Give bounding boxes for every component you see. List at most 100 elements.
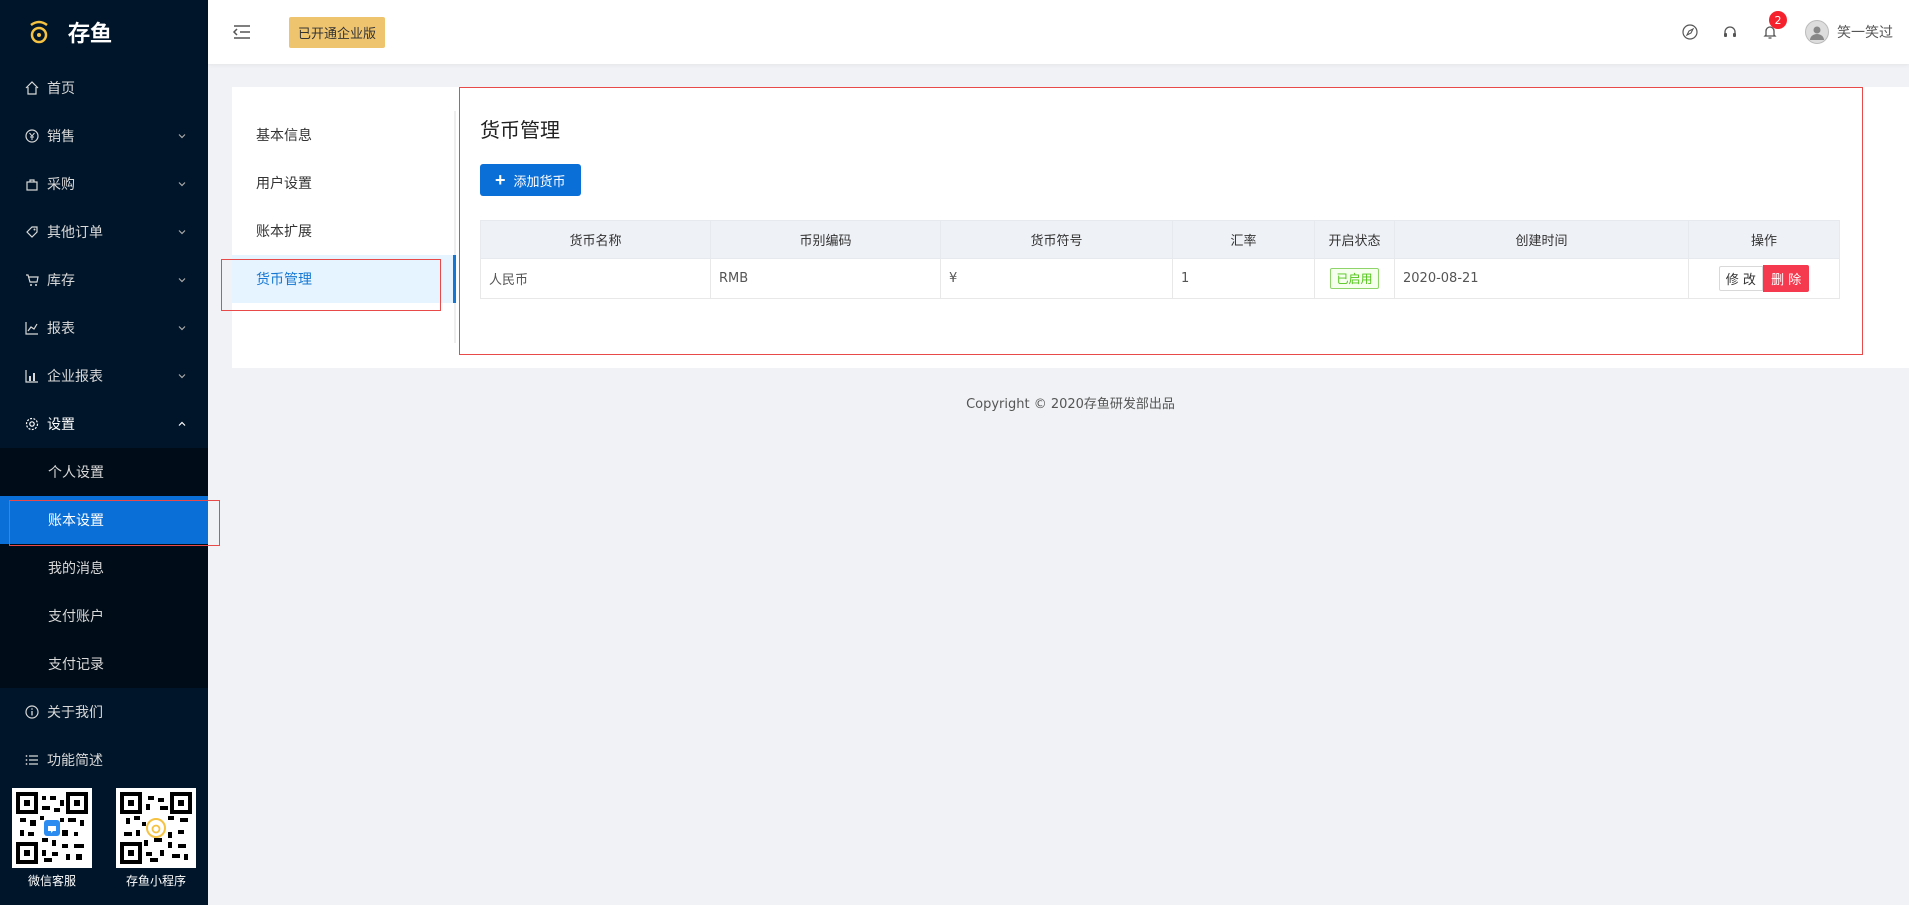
currency-table: 货币名称 币别编码 货币符号 汇率 开启状态 创建时间 操作 人民币 RMB ¥… (480, 220, 1840, 299)
sidebar-item-label: 支付记录 (48, 657, 104, 673)
sidebar-item-payment-accounts[interactable]: 支付账户 (0, 592, 208, 640)
user-menu[interactable]: 笑一笑过 (1805, 20, 1893, 44)
col-header-status: 开启状态 (1314, 220, 1395, 259)
delete-button[interactable]: 删 除 (1763, 265, 1810, 292)
cart-icon (23, 271, 41, 289)
qr-wechat-service: 微信客服 (12, 788, 92, 889)
top-header: 已开通企业版 2 笑一笑过 (208, 0, 1909, 64)
sidebar-item-other-orders[interactable]: 其他订单 (0, 208, 208, 256)
chevron-down-icon (176, 274, 188, 286)
sidebar-item-home[interactable]: 首页 (0, 64, 208, 112)
cell-created-time: 2020-08-21 (1394, 258, 1689, 299)
footer-copyright: Copyright © 2020存鱼研发部出品 (966, 397, 1175, 412)
sidebar-item-label: 报表 (47, 321, 75, 337)
info-icon (23, 703, 41, 721)
edit-button[interactable]: 修 改 (1718, 266, 1763, 291)
chevron-down-icon (176, 130, 188, 142)
qr-code-icon (116, 788, 196, 868)
notification-count: 2 (1769, 11, 1787, 29)
table-header-row: 货币名称 币别编码 货币符号 汇率 开启状态 创建时间 操作 (480, 220, 1840, 259)
cell-currency-name: 人民币 (480, 258, 711, 299)
qr-label: 存鱼小程序 (125, 874, 186, 888)
logo[interactable]: 存鱼 (0, 0, 208, 64)
chevron-down-icon (176, 370, 188, 382)
sidebar-item-settings[interactable]: 设置 (0, 400, 208, 448)
tab-ledger-extension[interactable]: 账本扩展 (232, 207, 454, 255)
gear-icon (23, 415, 41, 433)
sidebar-item-label: 首页 (47, 81, 75, 97)
cell-currency-symbol: ¥ (940, 258, 1173, 299)
sidebar-item-purchase[interactable]: 采购 (0, 160, 208, 208)
compass-icon[interactable] (1679, 21, 1701, 43)
col-header-currency-name: 货币名称 (480, 220, 711, 259)
sidebar-item-label: 支付账户 (48, 609, 104, 625)
chevron-down-icon (176, 178, 188, 190)
sidebar-item-personal-settings[interactable]: 个人设置 (0, 448, 208, 496)
cell-actions: 修 改 删 除 (1688, 258, 1840, 299)
content-card: 基本信息 用户设置 账本扩展 货币管理 货币管理 + 添加货币 货币名称 币别编… (221, 87, 1909, 368)
highlight-box (221, 259, 441, 311)
col-header-actions: 操作 (1688, 220, 1840, 259)
qr-code-icon (12, 788, 92, 868)
tab-basic-info[interactable]: 基本信息 (232, 111, 454, 159)
col-header-currency-symbol: 货币符号 (940, 220, 1173, 259)
settings-submenu: 个人设置 账本设置 我的消息 支付账户 支付记录 (0, 448, 208, 688)
cell-exchange-rate: 1 (1172, 258, 1315, 299)
chevron-down-icon (176, 322, 188, 334)
sidebar-item-label: 采购 (47, 177, 75, 193)
qr-label: 微信客服 (27, 874, 76, 888)
bar-chart-icon (23, 367, 41, 385)
sidebar-item-label: 个人设置 (48, 465, 104, 481)
plus-icon: + (495, 170, 506, 190)
sidebar-item-reports[interactable]: 报表 (0, 304, 208, 352)
col-header-created-time: 创建时间 (1394, 220, 1689, 259)
sidebar-item-label: 我的消息 (48, 561, 104, 577)
chevron-up-icon (176, 418, 188, 430)
table-row: 人民币 RMB ¥ 1 已启用 2020-08-21 修 改 删 除 (480, 258, 1840, 299)
bag-icon (23, 175, 41, 193)
home-icon (23, 79, 41, 97)
page-title: 货币管理 (480, 118, 560, 142)
sidebar-item-about[interactable]: 关于我们 (0, 688, 208, 736)
add-currency-button[interactable]: + 添加货币 (480, 164, 581, 196)
user-name: 笑一笑过 (1837, 25, 1893, 41)
highlight-box (9, 500, 220, 546)
sidebar-item-inventory[interactable]: 库存 (0, 256, 208, 304)
sidebar-item-label: 企业报表 (47, 369, 103, 385)
list-icon (23, 751, 41, 769)
add-currency-label: 添加货币 (513, 173, 566, 189)
sidebar-item-my-messages[interactable]: 我的消息 (0, 544, 208, 592)
currency-panel: 货币管理 + 添加货币 货币名称 币别编码 货币符号 汇率 开启状态 创建时间 … (459, 87, 1909, 368)
col-header-exchange-rate: 汇率 (1172, 220, 1315, 259)
header-actions: 2 笑一笑过 (1679, 0, 1893, 64)
cell-status: 已启用 (1314, 258, 1395, 299)
sidebar-item-sales[interactable]: 销售 (0, 112, 208, 160)
sidebar-item-label: 关于我们 (47, 705, 103, 721)
col-header-currency-code: 币别编码 (710, 220, 941, 259)
line-chart-icon (23, 319, 41, 337)
avatar (1805, 20, 1829, 44)
qr-codes: 微信客服 存鱼小程序 (12, 788, 196, 889)
fish-logo-icon (26, 19, 52, 45)
qr-mini-program: 存鱼小程序 (116, 788, 196, 889)
sidebar-item-label: 功能简述 (47, 753, 103, 769)
sidebar-item-payment-records[interactable]: 支付记录 (0, 640, 208, 688)
sidebar-item-feature-overview[interactable]: 功能简述 (0, 736, 208, 784)
yen-circle-icon (23, 127, 41, 145)
bell-icon[interactable]: 2 (1759, 11, 1787, 43)
sidebar-item-label: 库存 (47, 273, 75, 289)
sidebar-item-label: 设置 (47, 417, 75, 433)
menu-fold-icon[interactable] (232, 24, 252, 40)
tab-user-settings[interactable]: 用户设置 (232, 159, 454, 207)
sidebar-item-label: 销售 (47, 129, 75, 145)
sidebar-item-enterprise-reports[interactable]: 企业报表 (0, 352, 208, 400)
app-name: 存鱼 (68, 22, 113, 47)
chevron-down-icon (176, 226, 188, 238)
enterprise-badge: 已开通企业版 (289, 16, 386, 48)
headset-icon[interactable] (1719, 21, 1741, 43)
tag-icon (23, 223, 41, 241)
sidebar: 存鱼 首页 销售 采购 其他订单 库存 报表 企业报表 设置 个人设置 账本设置… (0, 0, 208, 905)
sidebar-item-label: 其他订单 (47, 225, 103, 241)
status-badge: 已启用 (1330, 268, 1379, 289)
cell-currency-code: RMB (710, 258, 941, 299)
